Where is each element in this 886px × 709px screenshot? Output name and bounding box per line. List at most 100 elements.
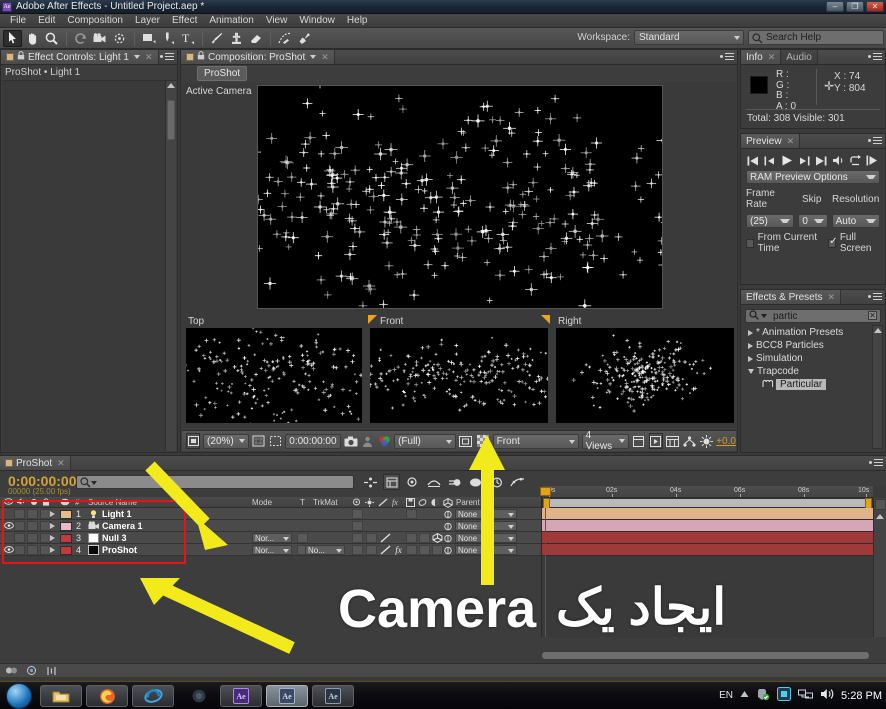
- enable-motion-blur-icon[interactable]: [446, 474, 463, 490]
- scrollbar-thumb[interactable]: [167, 100, 175, 140]
- parent-select[interactable]: None: [455, 521, 517, 531]
- brush-tool-icon[interactable]: [207, 30, 226, 47]
- comp-flowchart-icon[interactable]: [683, 433, 697, 449]
- hand-tool-icon[interactable]: [23, 30, 42, 47]
- tab-composition[interactable]: Composition: ProShot ✕: [181, 50, 335, 64]
- tab-effects-and-presets[interactable]: Effects & Presets ✕: [741, 290, 842, 304]
- enable-frame-blending-icon[interactable]: [425, 474, 442, 490]
- menu-help[interactable]: Help: [341, 14, 374, 28]
- frame-blend-switch[interactable]: [406, 509, 417, 519]
- playhead-marker[interactable]: [540, 487, 551, 496]
- camera-tool-icon[interactable]: [91, 30, 110, 47]
- views-count-select[interactable]: 4 Views: [581, 430, 630, 452]
- draft-3d-icon[interactable]: [383, 474, 400, 490]
- solo-cell[interactable]: [27, 521, 38, 531]
- chevron-down-icon[interactable]: [310, 55, 317, 59]
- always-preview-this-view-icon[interactable]: [186, 433, 201, 449]
- pan-behind-tool-icon[interactable]: [111, 30, 130, 47]
- network-icon[interactable]: [798, 688, 814, 703]
- visibility-toggle-icon[interactable]: [4, 546, 14, 555]
- breadcrumb-comp-chip[interactable]: ProShot: [197, 66, 248, 81]
- ram-preview-options-select[interactable]: RAM Preview Options: [746, 170, 880, 184]
- close-icon[interactable]: ✕: [145, 52, 153, 63]
- time-ruler[interactable]: 0s 02s 04s 06s 08s 10s: [542, 486, 873, 498]
- scroll-up-icon[interactable]: [873, 328, 882, 333]
- mode-select[interactable]: Nor...: [252, 545, 292, 555]
- panel-menu-button[interactable]: [720, 53, 734, 60]
- collapse-switch[interactable]: [366, 533, 377, 543]
- region-of-interest-icon[interactable]: [459, 433, 473, 449]
- chevron-right-icon[interactable]: [748, 329, 753, 336]
- adjustment-switch[interactable]: [432, 545, 443, 555]
- effects-tree-item-trapcode[interactable]: Trapcode: [744, 365, 871, 378]
- chevron-down-icon[interactable]: [91, 481, 97, 485]
- close-icon[interactable]: ✕: [57, 458, 65, 469]
- frame-blend-switch[interactable]: [406, 533, 417, 543]
- roto-brush-tool-icon[interactable]: [275, 30, 294, 47]
- table-row[interactable]: 4 ProShot Nor... No... fx None: [0, 544, 541, 556]
- scroll-up-icon[interactable]: [167, 83, 175, 88]
- volume-icon[interactable]: [820, 688, 834, 703]
- audio-cell[interactable]: [14, 545, 25, 555]
- quad-view-right[interactable]: Right: [554, 315, 736, 425]
- next-frame-button[interactable]: [796, 153, 812, 168]
- taskbar-item-media[interactable]: [178, 685, 220, 707]
- frame-rate-select[interactable]: (25): [746, 214, 795, 228]
- taskbar-clock[interactable]: 5:28 PM: [841, 690, 882, 702]
- toggle-mask-paths-icon[interactable]: [269, 433, 283, 449]
- previous-frame-button[interactable]: [762, 153, 778, 168]
- timeline-horizontal-scrollbar[interactable]: [541, 651, 870, 661]
- timeline-button-icon[interactable]: [666, 433, 680, 449]
- tab-effect-controls[interactable]: Effect Controls: Light 1 ✕: [1, 50, 159, 64]
- layer-name[interactable]: Light 1: [102, 509, 132, 519]
- 3d-layer-switch[interactable]: [432, 533, 443, 543]
- quad-view-front[interactable]: Front: [364, 315, 552, 425]
- ram-preview-button[interactable]: [864, 153, 880, 168]
- parent-select[interactable]: None: [455, 545, 517, 555]
- playhead-line[interactable]: [545, 508, 546, 637]
- loop-button[interactable]: [847, 153, 863, 168]
- composition-mini-flowchart-icon[interactable]: [362, 474, 379, 490]
- timeline-vertical-scrollbar[interactable]: [873, 498, 886, 637]
- resolution-select[interactable]: Auto: [831, 214, 881, 228]
- layer-name[interactable]: Null 3: [102, 533, 127, 543]
- timeline-search-input[interactable]: [76, 475, 354, 489]
- effects-tree-item-animation-presets[interactable]: * Animation Presets: [744, 326, 871, 339]
- full-screen-checkbox[interactable]: [828, 236, 837, 248]
- hide-shy-layers-icon[interactable]: [404, 474, 421, 490]
- main-viewport-canvas[interactable]: [250, 78, 670, 313]
- expand-layer-icon[interactable]: [50, 547, 55, 553]
- taskbar-item-firefox[interactable]: [86, 685, 128, 707]
- menu-effect[interactable]: Effect: [166, 14, 203, 28]
- quality-switch[interactable]: [380, 533, 391, 543]
- layer-color-swatch[interactable]: [60, 510, 72, 519]
- transparency-grid-icon[interactable]: [476, 433, 490, 449]
- composition-viewer[interactable]: Active Camera Top Front Right: [180, 78, 736, 428]
- chevron-right-icon[interactable]: [748, 342, 753, 349]
- show-channel-icon[interactable]: [377, 433, 391, 449]
- selection-tool-icon[interactable]: [3, 29, 22, 47]
- solo-cell[interactable]: [27, 509, 38, 519]
- effects-search-input[interactable]: partic ✕: [745, 309, 881, 323]
- audio-cell[interactable]: [14, 533, 25, 543]
- security-icon[interactable]: [756, 687, 770, 704]
- shy-switch[interactable]: [352, 521, 363, 531]
- expand-layer-icon[interactable]: [50, 535, 55, 541]
- scroll-up-icon[interactable]: [876, 514, 884, 519]
- visibility-toggle-icon[interactable]: [4, 522, 14, 531]
- panel-menu-button[interactable]: [868, 137, 882, 144]
- exposure-value[interactable]: +0.0: [716, 436, 736, 447]
- panel-menu-button[interactable]: [868, 293, 882, 300]
- taskbar-item-after-effects-2[interactable]: Ae: [266, 685, 308, 707]
- start-button[interactable]: [6, 683, 32, 709]
- close-button[interactable]: ✕: [866, 1, 884, 12]
- graph-editor-icon[interactable]: [509, 474, 526, 490]
- eraser-tool-icon[interactable]: [247, 30, 266, 47]
- menu-view[interactable]: View: [260, 14, 294, 28]
- brainstorm-icon[interactable]: [467, 474, 484, 490]
- expand-layer-icon[interactable]: [50, 523, 55, 529]
- fast-previews-icon[interactable]: [648, 433, 663, 449]
- layer-track-area[interactable]: [542, 508, 873, 637]
- audio-toggle-button[interactable]: [830, 153, 846, 168]
- pixel-aspect-correction-icon[interactable]: [632, 433, 646, 449]
